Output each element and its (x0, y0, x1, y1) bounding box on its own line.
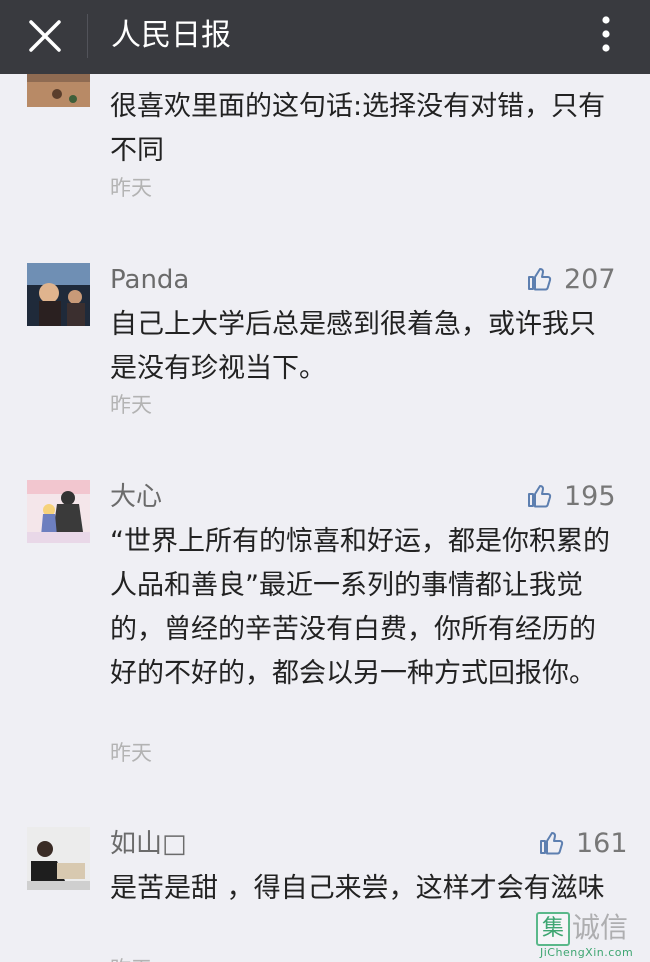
commenter-name: Panda (110, 265, 190, 295)
avatar[interactable] (27, 263, 90, 326)
like-button[interactable]: 195 (526, 481, 622, 513)
watermark-icon: 集 (536, 912, 570, 946)
more-vertical-icon (602, 16, 610, 52)
comment-text: “世界上所有的惊喜和好运，都是你积累的人品和善良”最近一系列的事情都让我觉的，曾… (110, 526, 610, 689)
comment-time: 昨天 (110, 393, 152, 417)
avatar[interactable] (27, 827, 90, 890)
page-title: 人民日报 (111, 18, 231, 53)
top-bar: 人民日报 (0, 0, 650, 74)
comment-text: 自己上大学后总是感到很着急，或许我只是没有珍视当下。 (110, 309, 596, 384)
watermark-logo: 集 诚信 JiChengXin.com (532, 912, 650, 962)
comment-text: 很喜欢里面的这句话:选择没有对错，只有不同 (110, 91, 606, 166)
comment-time: 昨天 (110, 741, 152, 765)
thumbs-up-icon (540, 832, 564, 855)
comment-time: 昨天 (110, 955, 152, 962)
like-button[interactable]: 207 (526, 264, 622, 296)
comment-time: 昨天 (110, 176, 152, 200)
avatar[interactable] (27, 480, 90, 543)
commenter-name: 如山□ (110, 829, 187, 859)
more-button[interactable] (588, 12, 624, 60)
like-button[interactable]: 161 (538, 828, 628, 860)
commenter-name: 大心 (110, 482, 163, 512)
thumbs-up-icon (528, 268, 552, 291)
thumbs-up-icon (528, 485, 552, 508)
close-icon (29, 20, 61, 52)
header-divider (87, 14, 88, 58)
comment-text: 是苦是甜 ，得自己来尝，这样才会有滋味 (110, 873, 605, 904)
avatar[interactable] (27, 74, 90, 107)
like-count: 207 (564, 264, 616, 295)
close-button[interactable] (22, 13, 68, 59)
comment-list[interactable]: 很喜欢里面的这句话:选择没有对错，只有不同 昨天 Panda 207 自己上大学… (0, 74, 650, 962)
watermark-url: JiChengXin.com (540, 946, 634, 959)
like-count: 195 (564, 481, 616, 512)
watermark-text: 诚信 (572, 911, 629, 944)
like-count: 161 (576, 828, 628, 859)
